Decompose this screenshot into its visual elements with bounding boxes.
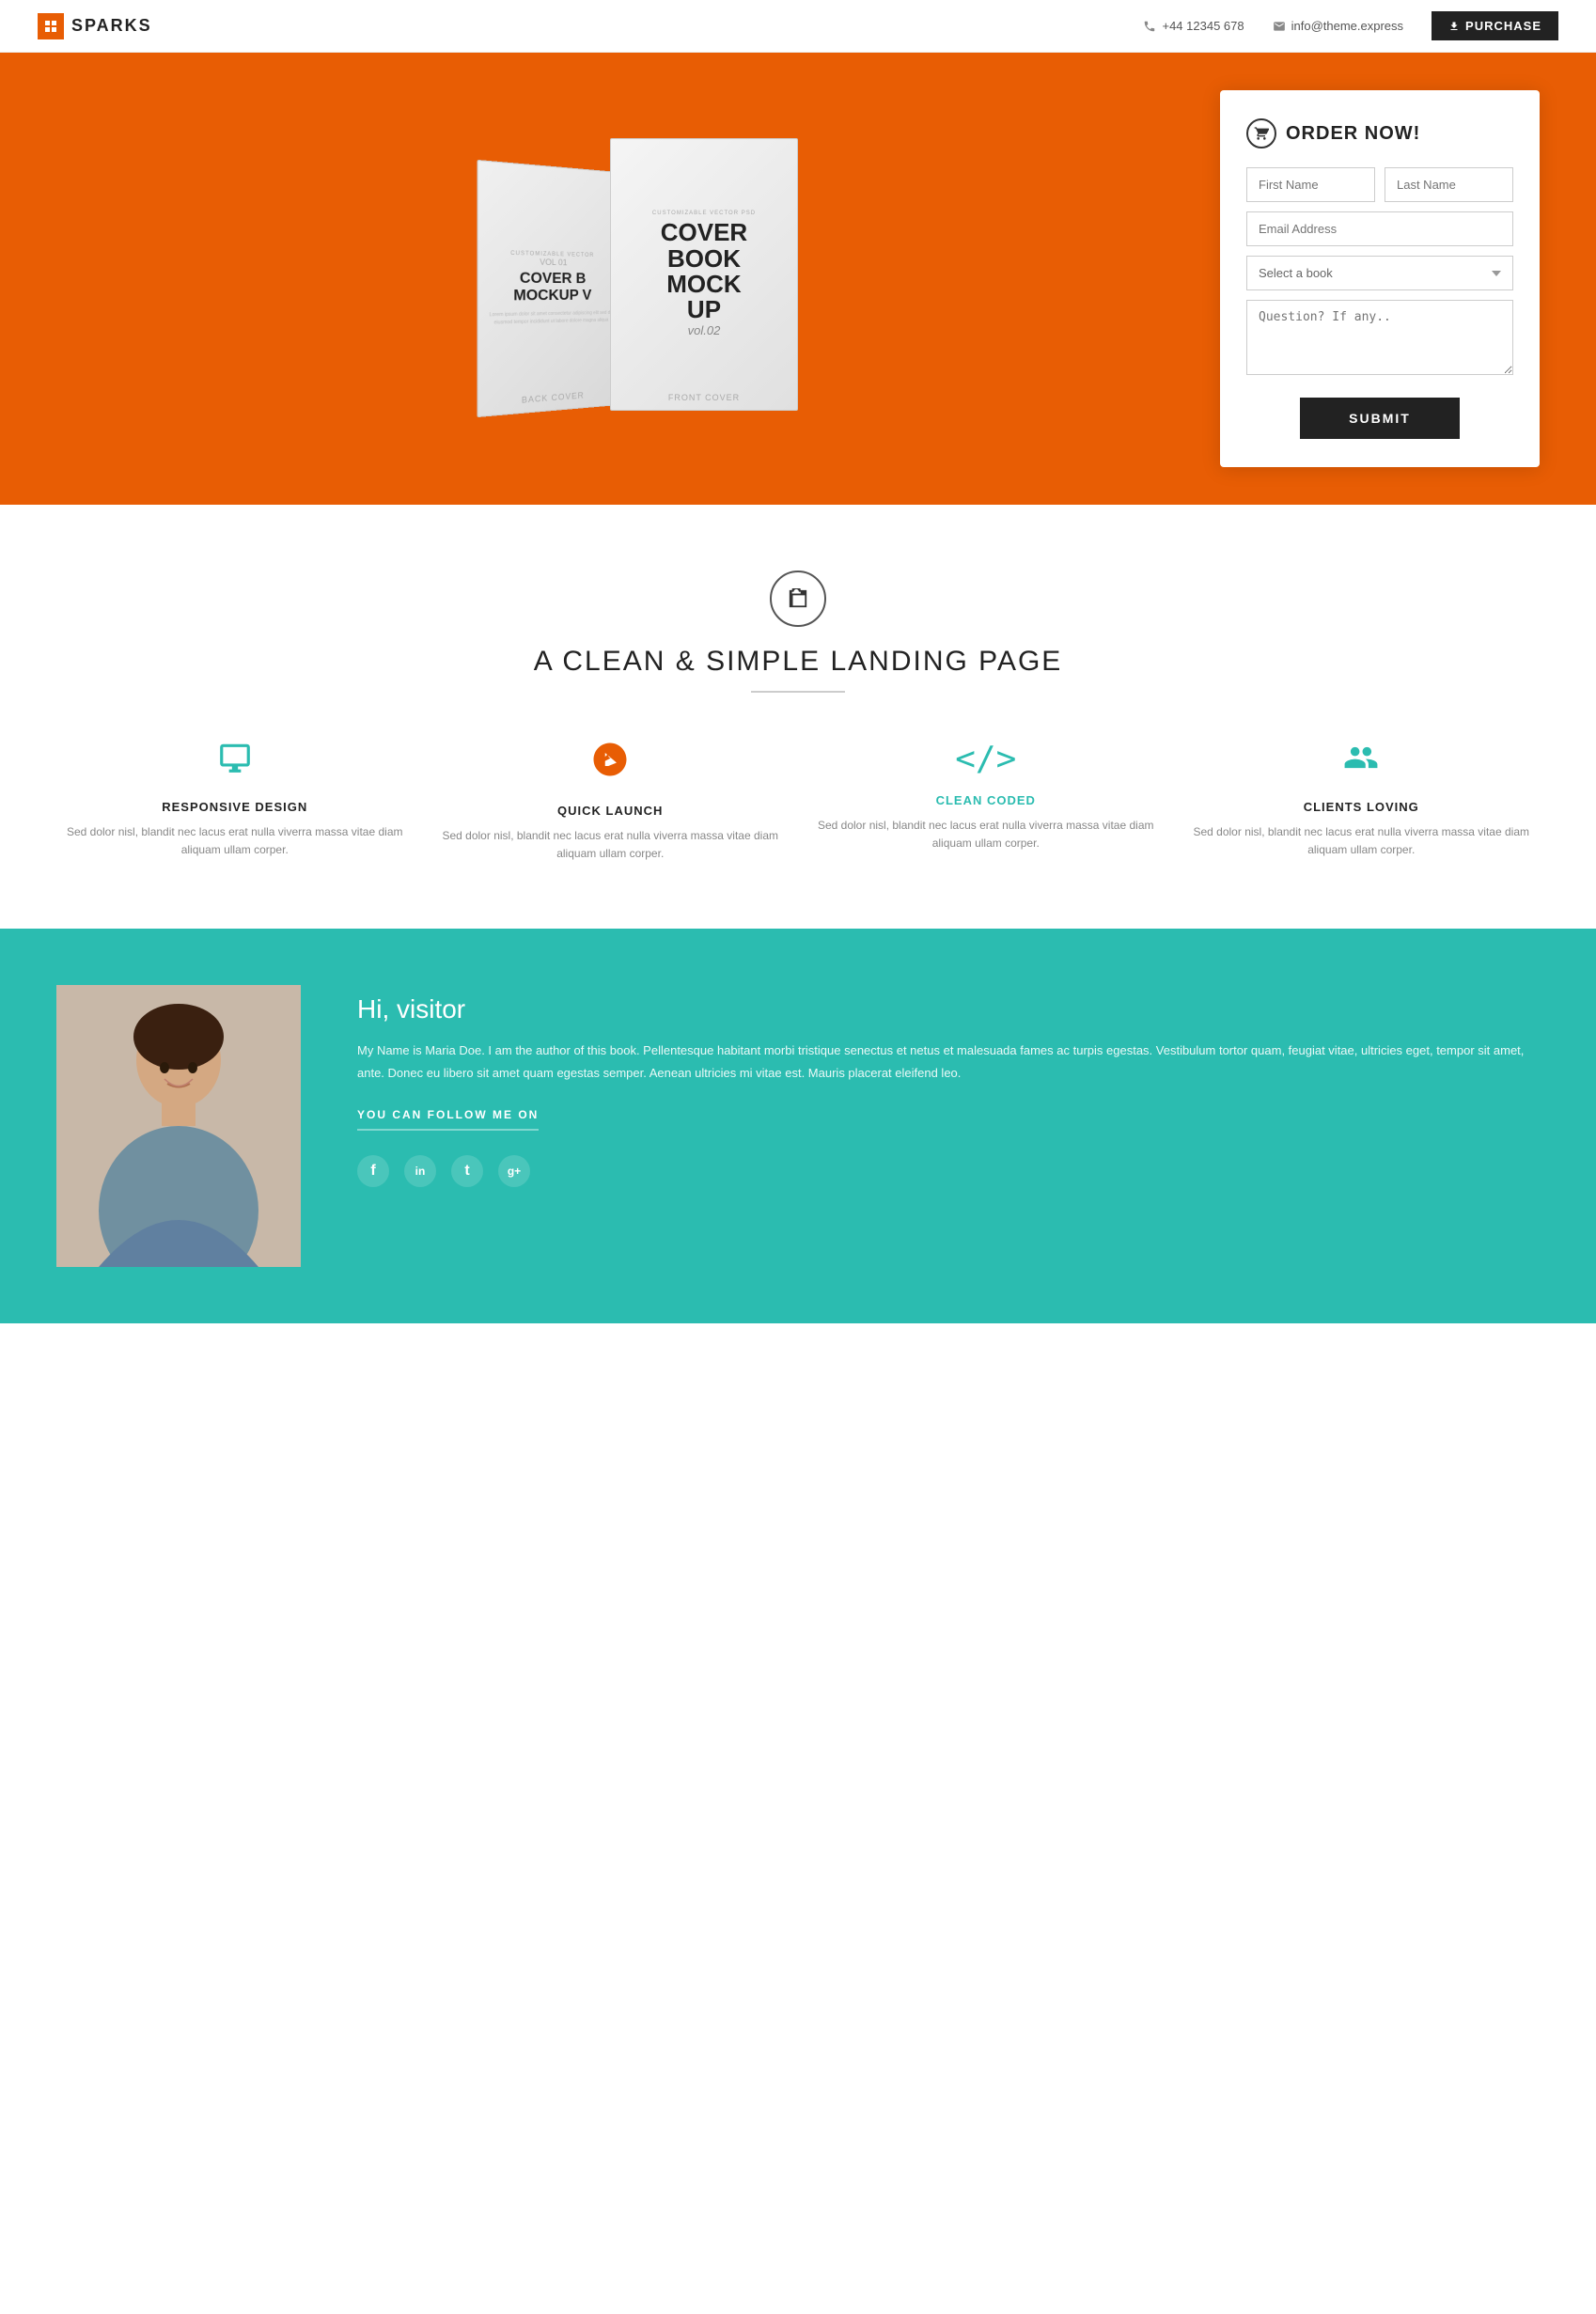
about-text: My Name is Maria Doe. I am the author of… [357, 1040, 1540, 1084]
email-icon [1273, 20, 1286, 33]
feature-coded-desc: Sed dolor nisl, blandit nec lacus erat n… [817, 817, 1155, 852]
feature-responsive-desc: Sed dolor nisl, blandit nec lacus erat n… [66, 823, 404, 859]
book-back-title: COVER BMOCKUP V [488, 270, 614, 305]
form-title-text: ORDER NOW! [1286, 123, 1420, 145]
features-divider [751, 691, 845, 693]
question-row [1246, 300, 1513, 388]
feature-launch-desc: Sed dolor nisl, blandit nec lacus erat n… [442, 827, 780, 863]
about-section: Hi, visitor My Name is Maria Doe. I am t… [0, 929, 1596, 1323]
email-row [1246, 211, 1513, 246]
feature-launch-title: QUICK LAUNCH [442, 804, 780, 818]
linkedin-icon[interactable]: in [404, 1155, 436, 1187]
features-heading: A CLEAN & SIMPLE LANDING PAGE [56, 646, 1540, 678]
googleplus-icon[interactable]: g+ [498, 1155, 530, 1187]
about-image-area [56, 985, 301, 1267]
book-mockup-group: CUSTOMIZABLE VECTOR VOL 01 COVER BMOCKUP… [478, 138, 798, 411]
person-silhouette [56, 985, 301, 1267]
order-form-container: ORDER NOW! Select a book Book Vol. 01 Bo… [1220, 90, 1540, 467]
twitter-icon[interactable]: t [451, 1155, 483, 1187]
book-back-label: BACK COVER [522, 390, 585, 404]
features-section: A CLEAN & SIMPLE LANDING PAGE RESPONSIVE… [0, 505, 1596, 929]
author-photo [56, 985, 301, 1267]
features-section-icon [770, 571, 826, 627]
logo-text: SPARKS [71, 16, 152, 36]
feature-responsive: RESPONSIVE DESIGN Sed dolor nisl, blandi… [56, 740, 414, 863]
feature-launch: QUICK LAUNCH Sed dolor nisl, blandit nec… [432, 740, 790, 863]
code-icon: </> [817, 740, 1155, 778]
submit-label: SUBMIT [1349, 411, 1411, 426]
features-grid: RESPONSIVE DESIGN Sed dolor nisl, blandi… [56, 740, 1540, 863]
book-front-vol: vol.02 [652, 323, 756, 337]
about-content: Hi, visitor My Name is Maria Doe. I am t… [357, 985, 1540, 1187]
cart-icon [1246, 118, 1276, 149]
hero-section: CUSTOMIZABLE VECTOR VOL 01 COVER BMOCKUP… [0, 53, 1596, 505]
follow-label: YOU CAN FOLLOW ME ON [357, 1108, 539, 1131]
logo-area: SPARKS [38, 13, 152, 39]
purchase-button[interactable]: PURCHASE [1432, 11, 1558, 40]
monitor-icon [66, 740, 404, 785]
phone-number: +44 12345 678 [1162, 19, 1244, 33]
social-icons: f in t g+ [357, 1155, 1540, 1187]
book-front-title: COVERBOOKMOCKUP [652, 220, 756, 322]
header-phone: +44 12345 678 [1143, 19, 1244, 33]
feature-coded: </> CLEAN CODED Sed dolor nisl, blandit … [807, 740, 1165, 863]
clients-icon [1193, 740, 1531, 785]
book-front: CUSTOMIZABLE VECTOR PSD COVERBOOKMOCKUP … [610, 138, 798, 411]
about-greeting: Hi, visitor [357, 994, 1540, 1024]
book-front-label: FRONT COVER [668, 393, 740, 402]
facebook-icon[interactable]: f [357, 1155, 389, 1187]
question-textarea[interactable] [1246, 300, 1513, 375]
book-back-text: CUSTOMIZABLE VECTOR VOL 01 COVER BMOCKUP… [478, 240, 622, 336]
header-email: info@theme.express [1273, 19, 1403, 33]
feature-responsive-title: RESPONSIVE DESIGN [66, 800, 404, 814]
logo-icon [38, 13, 64, 39]
last-name-input[interactable] [1385, 167, 1513, 202]
rocket-icon [442, 740, 780, 789]
form-title-area: ORDER NOW! [1246, 118, 1513, 149]
header: SPARKS +44 12345 678 info@theme.express … [0, 0, 1596, 53]
book-select[interactable]: Select a book Book Vol. 01 Book Vol. 02 … [1246, 256, 1513, 290]
book-select-row: Select a book Book Vol. 01 Book Vol. 02 … [1246, 256, 1513, 290]
book-front-text: CUSTOMIZABLE VECTOR PSD COVERBOOKMOCKUP … [643, 201, 765, 346]
name-row [1246, 167, 1513, 202]
header-contact: +44 12345 678 info@theme.express PURCHAS… [1143, 11, 1558, 40]
email-input[interactable] [1246, 211, 1513, 246]
email-address: info@theme.express [1291, 19, 1403, 33]
book-back-smalltext: Lorem ipsum dolor sit amet consectetur a… [488, 310, 614, 327]
feature-clients-title: CLIENTS LOVING [1193, 800, 1531, 814]
first-name-input[interactable] [1246, 167, 1375, 202]
phone-icon [1143, 20, 1156, 33]
download-icon [1448, 21, 1460, 32]
feature-clients: CLIENTS LOVING Sed dolor nisl, blandit n… [1183, 740, 1541, 863]
submit-button[interactable]: SUBMIT [1300, 398, 1460, 439]
book-mockups: CUSTOMIZABLE VECTOR VOL 01 COVER BMOCKUP… [56, 138, 1220, 420]
feature-clients-desc: Sed dolor nisl, blandit nec lacus erat n… [1193, 823, 1531, 859]
feature-coded-title: CLEAN CODED [817, 793, 1155, 807]
book-back: CUSTOMIZABLE VECTOR VOL 01 COVER BMOCKUP… [477, 159, 623, 416]
book-front-tag: CUSTOMIZABLE VECTOR PSD [652, 211, 756, 216]
purchase-label: PURCHASE [1465, 19, 1541, 33]
